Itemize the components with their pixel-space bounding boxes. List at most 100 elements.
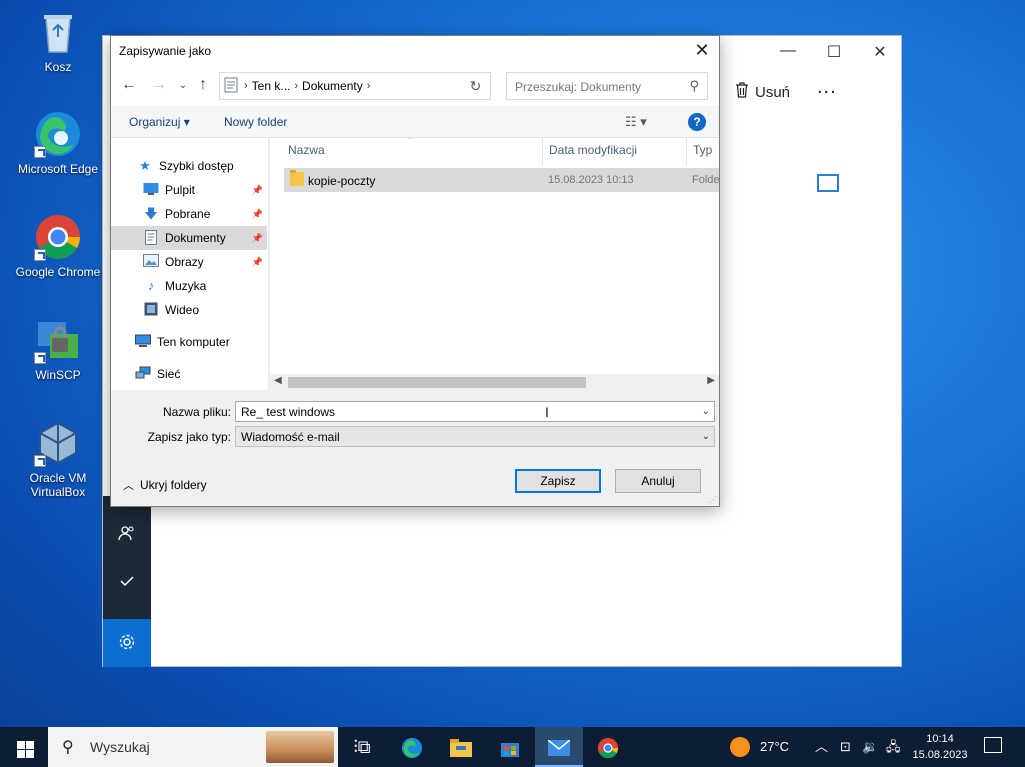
taskbar-mail[interactable] [535, 727, 583, 767]
pin-icon[interactable]: 📌 [252, 185, 263, 196]
resize-grip-icon[interactable]: ⋰ [709, 495, 717, 504]
cancel-button[interactable]: Anuluj [615, 469, 701, 493]
pop-out-icon[interactable] [817, 174, 839, 192]
nav-item-pictures[interactable]: Obrazy 📌 [111, 250, 267, 274]
search-input[interactable]: Przeszukaj: Dokumenty ⚲ [506, 72, 708, 100]
breadcrumb-separator-icon: › [366, 80, 371, 92]
volume-icon[interactable]: 🔉 [862, 727, 878, 767]
mail-envelope-icon [547, 737, 571, 757]
file-row[interactable]: kopie-poczty 15.08.2023 10:13 Folde [284, 168, 719, 192]
column-header-name[interactable]: Nazwa [288, 143, 325, 157]
taskbar-search-placeholder: Wyszukaj [90, 739, 150, 755]
up-arrow-icon[interactable]: ↑ [193, 76, 213, 94]
filename-dropdown-icon[interactable]: ⌄ [702, 406, 710, 417]
chrome-icon [597, 737, 619, 759]
pictures-icon [143, 254, 159, 270]
nav-item-videos[interactable]: Wideo [111, 298, 267, 322]
horizontal-scrollbar[interactable]: ◀ ▶ [270, 374, 719, 390]
forward-arrow-icon[interactable]: → [149, 76, 169, 94]
desktop-folder-icon [143, 182, 159, 198]
network-tray-icon[interactable]: 🖧 [886, 727, 901, 767]
desktop-icon-virtualbox[interactable]: Oracle VM VirtualBox [15, 419, 101, 499]
save-button[interactable]: Zapisz [515, 469, 601, 493]
search-icon: ⚲ [689, 78, 699, 93]
new-folder-button[interactable]: Nowy folder [224, 115, 287, 129]
help-button[interactable]: ? [688, 113, 706, 131]
more-options-button[interactable]: ... [817, 76, 837, 99]
meet-now-icon[interactable]: ⊡ [840, 727, 851, 767]
address-bar[interactable]: › Ten k... › Dokumenty › ⌄ [219, 72, 552, 100]
settings-button[interactable] [103, 619, 151, 667]
star-icon: ★ [139, 158, 151, 173]
organize-menu-button[interactable]: Organizuj ▾ [129, 115, 190, 129]
hide-folders-button[interactable]: ︿ Ukryj foldery [123, 477, 207, 493]
documents-icon [143, 230, 159, 246]
delete-button[interactable]: Usuń [735, 82, 790, 102]
taskbar-store[interactable] [486, 727, 534, 767]
breadcrumb-documents[interactable]: Dokumenty [302, 79, 363, 93]
nav-item-downloads[interactable]: 🡇 Pobrane 📌 [111, 202, 267, 226]
download-arrow-icon: 🡇 [144, 206, 158, 221]
nav-quick-access[interactable]: ★ Szybki dostęp [137, 154, 267, 178]
taskbar-edge[interactable] [388, 727, 436, 767]
task-view-button[interactable]: ⫶⧉ [338, 727, 386, 767]
breadcrumb-this-pc[interactable]: Ten k... [252, 79, 291, 93]
nav-item-desktop[interactable]: Pulpit 📌 [111, 178, 267, 202]
desktop-icon-recycle-bin[interactable]: Kosz [15, 8, 101, 74]
nav-item-documents[interactable]: Dokumenty 📌 [111, 226, 267, 250]
desktop-icon-winscp[interactable]: WinSCP [15, 316, 101, 382]
dialog-title-bar: Zapisywanie jako ✕ [111, 36, 719, 66]
nav-item-music[interactable]: ♪ Muzyka [111, 274, 267, 298]
minimize-icon[interactable]: — [773, 42, 803, 60]
notification-center-icon[interactable] [984, 737, 1002, 753]
scroll-right-icon[interactable]: ▶ [707, 375, 715, 386]
filetype-select[interactable]: Wiadomość e-mail ⌄ [235, 426, 715, 447]
nav-network[interactable]: Sieć [135, 362, 265, 386]
film-icon [143, 302, 159, 318]
back-arrow-icon[interactable]: ← [119, 76, 139, 94]
view-options-button[interactable]: ☷ ▾ [625, 114, 647, 130]
breadcrumb-separator-icon: › [294, 80, 299, 92]
file-type: Folde [692, 174, 719, 186]
filetype-dropdown-icon[interactable]: ⌄ [702, 431, 710, 442]
start-button[interactable] [0, 727, 48, 767]
search-highlight-image[interactable] [266, 731, 334, 763]
computer-icon [135, 334, 151, 350]
contacts-icon[interactable] [117, 524, 137, 544]
pin-icon[interactable]: 📌 [252, 233, 263, 244]
show-hidden-icons-icon[interactable]: ︿ [815, 727, 828, 767]
desktop-icon-edge[interactable]: Microsoft Edge [15, 110, 101, 176]
shortcut-arrow-icon [34, 146, 46, 158]
clock[interactable]: 10:14 15.08.2023 [908, 731, 972, 763]
filename-input[interactable]: Re_ test windows I ⌄ [235, 401, 715, 422]
dialog-close-button[interactable]: ✕ [691, 39, 713, 61]
desktop-icon-chrome[interactable]: Google Chrome [15, 213, 101, 279]
shortcut-arrow-icon [34, 249, 46, 261]
desktop-icon-label: WinSCP [35, 368, 81, 382]
folder-icon [450, 737, 472, 758]
refresh-button[interactable]: ↻ [461, 72, 491, 100]
taskbar-chrome[interactable] [584, 727, 632, 767]
taskbar-file-explorer[interactable] [437, 727, 485, 767]
navigation-bar: ← → ⌄ ↑ › Ten k... › Dokumenty › ⌄ ↻ Prz… [111, 66, 719, 106]
maximize-icon[interactable]: ☐ [819, 42, 849, 62]
shortcut-arrow-icon [34, 352, 46, 364]
edge-icon [34, 110, 82, 158]
pin-icon[interactable]: 📌 [252, 257, 263, 268]
taskbar-search-input[interactable]: ⚲ Wyszukaj [48, 727, 338, 767]
filename-label: Nazwa pliku: [162, 405, 231, 419]
scroll-left-icon[interactable]: ◀ [274, 375, 282, 386]
weather-widget[interactable]: 27°C [730, 727, 789, 767]
close-icon[interactable]: ✕ [865, 42, 895, 62]
dialog-toolbar: Organizuj ▾ Nowy folder ☷ ▾ ? [111, 106, 719, 138]
recent-locations-chevron-icon[interactable]: ⌄ [173, 80, 193, 91]
music-note-icon: ♪ [147, 278, 155, 293]
clock-date: 15.08.2023 [912, 749, 968, 761]
column-header-type[interactable]: Typ [693, 143, 712, 157]
pin-icon[interactable]: 📌 [252, 209, 263, 220]
column-header-date[interactable]: Data modyfikacji [549, 143, 637, 157]
filename-value: Re_ test windows [241, 405, 336, 419]
todo-icon[interactable] [117, 572, 137, 592]
scrollbar-thumb[interactable] [288, 377, 586, 388]
nav-this-pc[interactable]: Ten komputer [135, 330, 265, 354]
